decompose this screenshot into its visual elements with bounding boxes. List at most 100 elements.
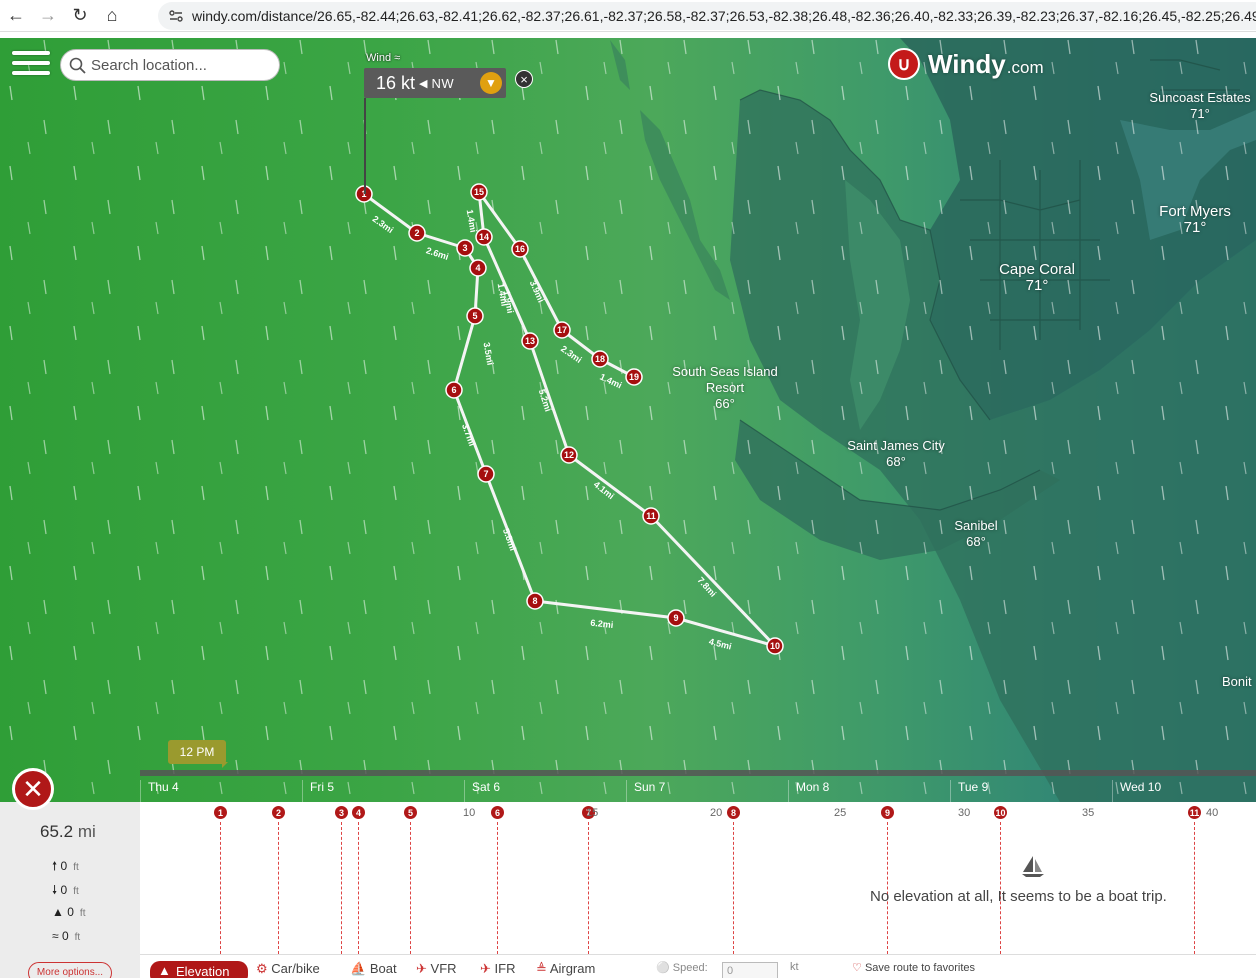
elevation-marker[interactable]: 2 [271,805,286,820]
boat-icon: ⛵ [350,961,367,976]
distance-tick: 15 [586,807,599,819]
ascent-stat: 🠕 0 ft [52,859,79,873]
timeline-day[interactable]: Tue 9 [950,780,988,802]
city-label: Saint James City 68° [840,438,952,470]
elevation-marker[interactable]: 3 [334,805,349,820]
waypoint-18[interactable]: 18 [591,350,609,368]
elevation-marker[interactable]: 6 [490,805,505,820]
elevation-marker[interactable]: 11 [1187,805,1202,820]
distance-tick: 20 [710,807,723,819]
more-options-button[interactable]: More options... [28,962,112,978]
back-icon[interactable]: ← [0,0,32,32]
speed-toggle[interactable]: ⚪ Speed: [656,961,708,974]
route-summary-panel: 65.2 mi 🠕 0 ft 🠗 0 ft ▲ 0 ft ≈ 0 ft More opt… [0,802,140,978]
airgram-icon: ≜ [536,961,547,976]
airgram-mode-button[interactable]: ≜ Airgram [536,961,595,977]
timeline-day[interactable]: Thu 4 [140,780,179,802]
elevation-marker[interactable]: 9 [880,805,895,820]
close-route-button[interactable]: ✕ [12,768,54,810]
wind-direction: NW [431,75,455,91]
svg-text:13: 13 [525,336,535,346]
mountain-icon: ▲ [158,963,171,978]
timeline-track[interactable] [140,770,1256,776]
speed-input[interactable] [722,962,778,978]
car-mode-button[interactable]: ⚙ Car/bike [256,961,320,977]
home-icon[interactable]: ⌂ [96,0,128,32]
mode-bar: ▲ Elevation ⚙ Car/bike ⛵ Boat ✈ VFR ✈ IFR… [140,954,1256,978]
waypoint-8[interactable]: 8 [526,592,544,610]
arrow-down-icon: 🠗 [52,883,58,897]
city-name: Bonit [1222,674,1252,689]
timeline-day[interactable]: Sun 7 [626,780,665,802]
city-name: Saint James City [847,438,945,453]
distance-tick: 40 [1206,807,1219,819]
timeline[interactable]: Thu 4 Fri 5 Sat 6 Sun 7 Mon 8 Tue 9 Wed … [140,770,1256,802]
city-temp: 71° [1025,277,1049,294]
forward-icon[interactable]: → [32,0,64,32]
waypoint-2[interactable]: 2 [408,224,426,242]
marker-line [588,822,589,954]
browser-toolbar: ← → ↻ ⌂ windy.com/distance/26.65,-82.44;… [0,0,1256,32]
waypoint-10[interactable]: 10 [766,637,784,655]
waypoint-12[interactable]: 12 [560,446,578,464]
waypoint-11[interactable]: 11 [642,507,660,525]
elevation-mode-button[interactable]: ▲ Elevation [150,961,248,978]
waypoint-7[interactable]: 7 [477,465,495,483]
city-name: Sanibel [954,518,998,533]
map-view[interactable]: 2.3mi 2.6mi 1.4mi 1.4mi 3.5mi 3.7mi 5.8m… [0,38,1256,802]
close-icon[interactable]: × [515,70,533,88]
chevron-down-icon[interactable]: ▼ [480,72,502,94]
reload-icon[interactable]: ↻ [64,0,96,32]
windy-logo[interactable]: ∪ Windy.com [888,48,1044,80]
max-elevation-stat: ▲ 0 ft [52,905,86,919]
elevation-marker[interactable]: 1 [213,805,228,820]
search-input[interactable]: Search location... [60,49,280,81]
timeline-day[interactable]: Wed 10 [1112,780,1161,802]
timeline-day[interactable]: Mon 8 [788,780,829,802]
svg-text:2: 2 [414,228,419,238]
wave-icon: ≈ [52,929,59,943]
city-name: Fort Myers [1159,203,1231,220]
waypoint-13[interactable]: 13 [521,332,539,350]
waypoint-15[interactable]: 15 [470,183,488,201]
waypoint-4[interactable]: 4 [469,259,487,277]
marker-line [358,822,359,954]
vfr-mode-button[interactable]: ✈ VFR [416,961,457,977]
svg-text:11: 11 [646,511,656,521]
city-temp: 71° [1183,219,1207,236]
waypoint-5[interactable]: 5 [466,307,484,325]
elevation-marker[interactable]: 5 [403,805,418,820]
elevation-marker[interactable]: 4 [351,805,366,820]
logo-text: Windy.com [928,48,1044,79]
elevation-marker[interactable]: 10 [993,805,1008,820]
menu-icon[interactable] [12,51,50,81]
waypoint-3[interactable]: 3 [456,239,474,257]
site-info-icon[interactable] [168,8,184,24]
waypoint-14[interactable]: 14 [475,228,493,246]
address-bar[interactable]: windy.com/distance/26.65,-82.44;26.63,-8… [158,2,1256,30]
boat-mode-button[interactable]: ⛵ Boat [350,961,397,977]
waypoint-19[interactable]: 19 [625,368,643,386]
svg-text:7: 7 [483,469,488,479]
distance-tick: 25 [834,807,847,819]
car-icon: ⚙ [256,961,268,976]
svg-text:8: 8 [532,596,537,606]
no-elevation-message: No elevation at all, It seems to be a bo… [870,888,1167,905]
search-icon [69,57,86,74]
map-canvas: 2.3mi 2.6mi 1.4mi 1.4mi 3.5mi 3.7mi 5.8m… [0,38,1256,802]
waypoint-6[interactable]: 6 [445,381,463,399]
waypoint-17[interactable]: 17 [553,321,571,339]
ifr-mode-button[interactable]: ✈ IFR [480,961,515,977]
timeline-day[interactable]: Sat 6 [464,780,500,802]
svg-text:5: 5 [472,311,477,321]
marker-line [1194,822,1195,954]
current-time-chip[interactable]: 12 PM [168,740,226,764]
marker-line [410,822,411,954]
waypoint-16[interactable]: 16 [511,240,529,258]
waypoint-9[interactable]: 9 [667,609,685,627]
timeline-day[interactable]: Fri 5 [302,780,334,802]
windy-app: ← → ↻ ⌂ windy.com/distance/26.65,-82.44;… [0,0,1256,978]
marker-line [733,822,734,954]
save-route-button[interactable]: ♡ Save route to favorites [852,961,975,974]
elevation-marker[interactable]: 8 [726,805,741,820]
